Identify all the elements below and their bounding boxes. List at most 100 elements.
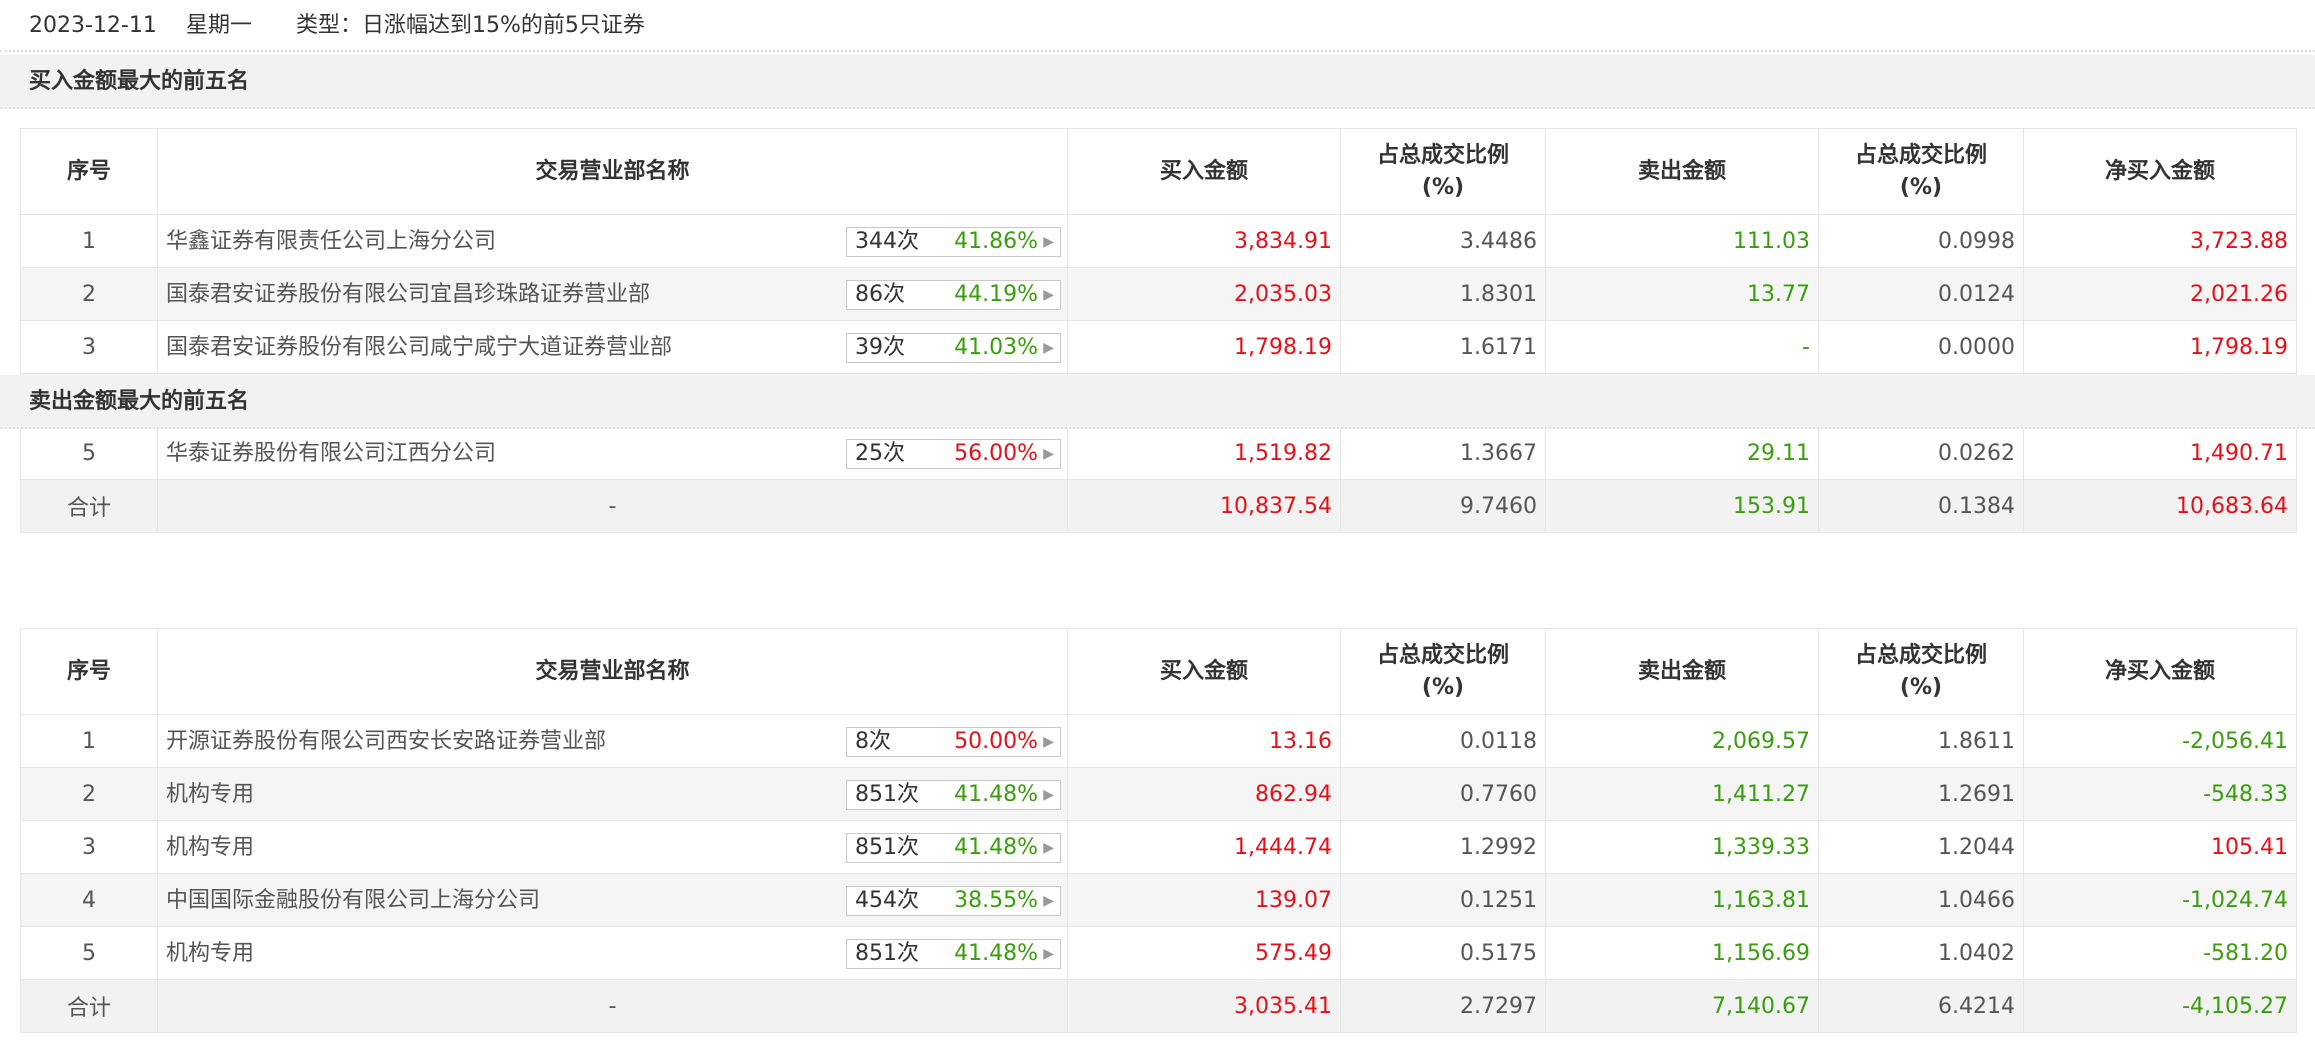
net-amount: -581.20 xyxy=(2023,926,2297,980)
buy-amount: 2,035.03 xyxy=(1067,267,1341,321)
triangle-right-icon: ▶ xyxy=(1043,234,1054,250)
buy-ratio: 0.7760 xyxy=(1340,767,1546,821)
row-index: 2 xyxy=(20,767,158,821)
col-header-buy: 买入金额 xyxy=(1067,628,1341,715)
sell-amount: 1,339.33 xyxy=(1545,820,1819,874)
broker-stats-button[interactable]: 86次 44.19% ▶ xyxy=(846,280,1061,310)
sell-ratio: 0.0262 xyxy=(1818,426,2024,480)
broker-name: 华鑫证券有限责任公司上海分公司 xyxy=(166,229,497,254)
sell-amount: 29.11 xyxy=(1545,426,1819,480)
broker-stats-button[interactable]: 8次 50.00% ▶ xyxy=(846,727,1061,757)
win-rate: 41.48% xyxy=(954,782,1038,807)
table-header-row: 序号 交易营业部名称 买入金额 占总成交比例 (%) 卖出金额 占总成交比例 (%)… xyxy=(20,628,2297,715)
broker-cell: 华泰证券股份有限公司江西分公司 25次 56.00% ▶ xyxy=(157,426,1068,480)
broker-stats-button[interactable]: 851次 41.48% ▶ xyxy=(846,939,1061,969)
row-index: 3 xyxy=(20,820,158,874)
triangle-right-icon: ▶ xyxy=(1043,340,1054,356)
sell-section-title: 卖出金额最大的前五名 xyxy=(29,389,250,414)
table-row: 1 开源证券股份有限公司西安长安路证券营业部 8次 50.00% ▶ 13.16 0.011… xyxy=(20,714,2297,768)
triangle-right-icon: ▶ xyxy=(1043,734,1054,750)
row-index: 1 xyxy=(20,714,158,768)
trade-date: 2023-12-11 xyxy=(29,13,157,38)
sell-ratio: 0.0000 xyxy=(1818,320,2024,374)
net-amount: 3,723.88 xyxy=(2023,214,2297,268)
sell-amount: 1,163.81 xyxy=(1545,873,1819,927)
appearance-count: 8次 xyxy=(855,729,891,754)
broker-cell: 国泰君安证券股份有限公司宜昌珍珠路证券营业部 86次 44.19% ▶ xyxy=(157,267,1068,321)
table-row: 3 国泰君安证券股份有限公司咸宁咸宁大道证券营业部 39次 41.03% ▶ 1,798.… xyxy=(20,320,2297,374)
buy-ratio: 1.3667 xyxy=(1340,426,1546,480)
broker-cell: 机构专用 851次 41.48% ▶ xyxy=(157,926,1068,980)
col-header-buy-ratio: 占总成交比例 (%) xyxy=(1340,128,1546,215)
sell-ratio: 1.0402 xyxy=(1818,926,2024,980)
col-header-idx: 序号 xyxy=(20,128,158,215)
total-sell-ratio: 0.1384 xyxy=(1818,479,2024,533)
col-header-sell-ratio: 占总成交比例 (%) xyxy=(1818,128,2024,215)
broker-name: 机构专用 xyxy=(166,782,255,807)
col-header-buy-ratio-line1: 占总成交比例 xyxy=(1376,642,1509,668)
appearance-count: 25次 xyxy=(855,441,905,466)
broker-stats-button[interactable]: 344次 41.86% ▶ xyxy=(846,227,1061,257)
table-row: 2 国泰君安证券股份有限公司宜昌珍珠路证券营业部 86次 44.19% ▶ 2,035.0… xyxy=(20,267,2297,321)
sell-ratio: 1.8611 xyxy=(1818,714,2024,768)
sell-top5-table: 序号 交易营业部名称 买入金额 占总成交比例 (%) 卖出金额 占总成交比例 (%)… xyxy=(20,628,2297,1033)
win-rate: 56.00% xyxy=(954,441,1038,466)
win-rate: 41.48% xyxy=(954,941,1038,966)
total-sell-amount: 153.91 xyxy=(1545,479,1819,533)
buy-top5-table: 序号 交易营业部名称 买入金额 占总成交比例 (%) 卖出金额 占总成交比例 (%)… xyxy=(20,128,2297,533)
total-sell-amount: 7,140.67 xyxy=(1545,979,1819,1033)
col-header-sell-ratio: 占总成交比例 (%) xyxy=(1818,628,2024,715)
broker-stats-button[interactable]: 851次 41.48% ▶ xyxy=(846,833,1061,863)
net-amount: -2,056.41 xyxy=(2023,714,2297,768)
appearance-count: 851次 xyxy=(855,835,919,860)
buy-ratio: 0.5175 xyxy=(1340,926,1546,980)
col-header-buy-ratio: 占总成交比例 (%) xyxy=(1340,628,1546,715)
col-header-buy: 买入金额 xyxy=(1067,128,1341,215)
win-rate: 41.48% xyxy=(954,835,1038,860)
table-row: 5 华泰证券股份有限公司江西分公司 25次 56.00% ▶ 1,519.82 1.3667… xyxy=(20,426,2297,480)
broker-cell: 国泰君安证券股份有限公司咸宁咸宁大道证券营业部 39次 41.03% ▶ xyxy=(157,320,1068,374)
total-name: - xyxy=(157,979,1068,1033)
broker-stats-button[interactable]: 39次 41.03% ▶ xyxy=(846,333,1061,363)
triangle-right-icon: ▶ xyxy=(1043,840,1054,856)
row-index: 4 xyxy=(20,873,158,927)
triangle-right-icon: ▶ xyxy=(1043,287,1054,303)
appearance-count: 851次 xyxy=(855,782,919,807)
buy-ratio: 3.4486 xyxy=(1340,214,1546,268)
row-index: 3 xyxy=(20,320,158,374)
broker-stats-button[interactable]: 454次 38.55% ▶ xyxy=(846,886,1061,916)
broker-stats-button[interactable]: 851次 41.48% ▶ xyxy=(846,780,1061,810)
col-header-name: 交易营业部名称 xyxy=(157,128,1068,215)
triangle-right-icon: ▶ xyxy=(1043,946,1054,962)
row-index: 2 xyxy=(20,267,158,321)
col-header-net: 净买入金额 xyxy=(2023,128,2297,215)
win-rate: 44.19% xyxy=(954,282,1038,307)
table-header-row: 序号 交易营业部名称 买入金额 占总成交比例 (%) 卖出金额 占总成交比例 (%)… xyxy=(20,128,2297,215)
appearance-count: 39次 xyxy=(855,335,905,360)
list-type: 类型：日涨幅达到15%的前5只证券 xyxy=(296,13,645,38)
broker-name: 机构专用 xyxy=(166,941,255,966)
col-header-sell: 卖出金额 xyxy=(1545,628,1819,715)
net-amount: -548.33 xyxy=(2023,767,2297,821)
row-index: 1 xyxy=(20,214,158,268)
sell-ratio: 1.0466 xyxy=(1818,873,2024,927)
broker-name: 开源证券股份有限公司西安长安路证券营业部 xyxy=(166,729,607,754)
col-header-name: 交易营业部名称 xyxy=(157,628,1068,715)
appearance-count: 851次 xyxy=(855,941,919,966)
triangle-right-icon: ▶ xyxy=(1043,893,1054,909)
weekday: 星期一 xyxy=(186,13,253,38)
col-header-buy-ratio-line2: (%) xyxy=(1421,174,1465,200)
buy-amount: 1,444.74 xyxy=(1067,820,1341,874)
triangle-right-icon: ▶ xyxy=(1043,787,1054,803)
buy-amount: 3,834.91 xyxy=(1067,214,1341,268)
table-row: 5 机构专用 851次 41.48% ▶ 575.49 0.5175 1,156.69 1.04… xyxy=(20,926,2297,980)
buy-section-title: 买入金额最大的前五名 xyxy=(29,69,250,94)
buy-amount: 1,519.82 xyxy=(1067,426,1341,480)
col-header-net: 净买入金额 xyxy=(2023,628,2297,715)
buy-ratio: 0.0118 xyxy=(1340,714,1546,768)
buy-ratio: 1.2992 xyxy=(1340,820,1546,874)
col-header-idx: 序号 xyxy=(20,628,158,715)
broker-stats-button[interactable]: 25次 56.00% ▶ xyxy=(846,439,1061,469)
table-row: 1 华鑫证券有限责任公司上海分公司 344次 41.86% ▶ 3,834.91 3.448… xyxy=(20,214,2297,268)
net-amount: -1,024.74 xyxy=(2023,873,2297,927)
